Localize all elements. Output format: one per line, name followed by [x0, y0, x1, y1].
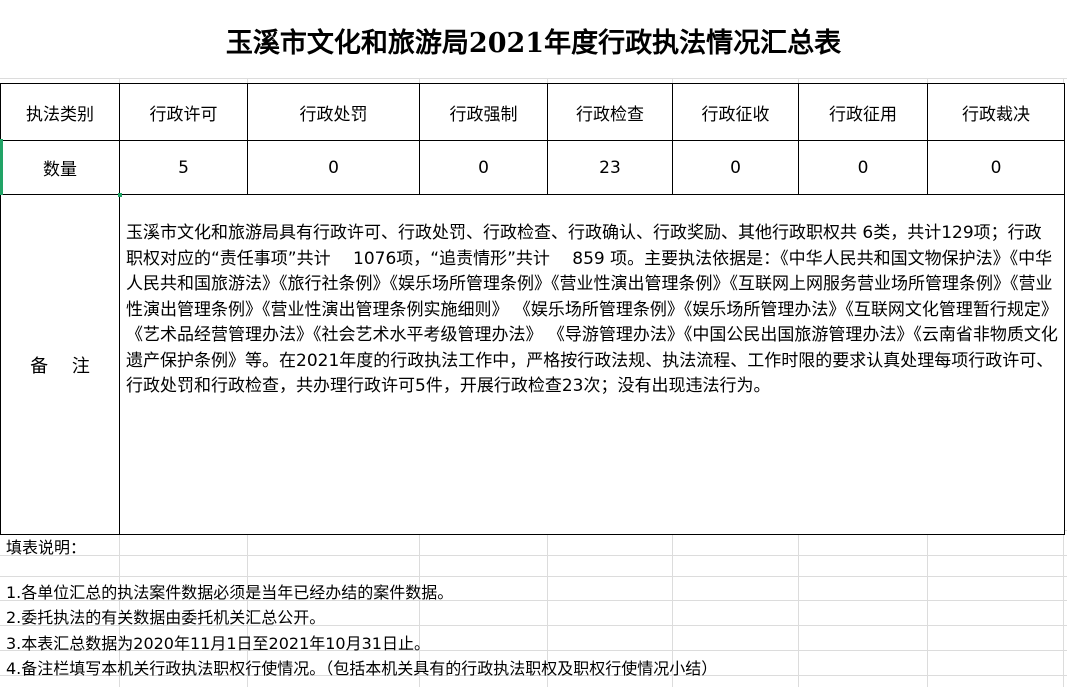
- count-cell[interactable]: 23: [547, 140, 673, 195]
- category-cell[interactable]: 行政征用: [798, 83, 928, 141]
- table-row: 执法类别 行政许可 行政处罚 行政强制 行政检查 行政征收 行政征用 行政裁决: [0, 83, 1065, 141]
- category-cell[interactable]: 行政强制: [419, 83, 548, 141]
- table-row: 备 注 玉溪市文化和旅游局具有行政许可、行政处罚、行政检查、行政确认、行政奖励、…: [0, 194, 1065, 535]
- instructions-heading[interactable]: 填表说明：: [6, 534, 86, 558]
- count-cell[interactable]: 0: [419, 140, 548, 195]
- category-cell[interactable]: 行政检查: [547, 83, 673, 141]
- instruction-item[interactable]: 4.备注栏填写本机关行政执法职权行使情况。（包括本机关具有的行政执法职权及职权行…: [6, 655, 717, 679]
- count-cell[interactable]: 0: [798, 140, 928, 195]
- table-row: 数量 5 0 0 23 0 0 0: [0, 140, 1065, 195]
- note-label-cell[interactable]: 备 注: [0, 194, 120, 535]
- category-header-cell[interactable]: 执法类别: [0, 83, 120, 141]
- enforcement-summary-table: 执法类别 行政许可 行政处罚 行政强制 行政检查 行政征收 行政征用 行政裁决 …: [0, 83, 1065, 535]
- note-body-cell[interactable]: 玉溪市文化和旅游局具有行政许可、行政处罚、行政检查、行政确认、行政奖励、其他行政…: [119, 194, 1065, 535]
- instruction-item[interactable]: 2.委托执法的有关数据由委托机关汇总公开。: [6, 604, 325, 628]
- instruction-item[interactable]: 1.各单位汇总的执法案件数据必须是当年已经办结的案件数据。: [6, 579, 453, 603]
- category-cell[interactable]: 行政许可: [119, 83, 248, 141]
- fill-handle[interactable]: [118, 193, 122, 197]
- count-cell[interactable]: 0: [672, 140, 799, 195]
- sheet-title-text: 玉溪市文化和旅游局2021年度行政执法情况汇总表: [225, 27, 842, 59]
- count-cell[interactable]: 5: [119, 140, 248, 195]
- count-label-cell[interactable]: 数量: [0, 140, 120, 195]
- count-cell[interactable]: 0: [927, 140, 1065, 195]
- category-cell[interactable]: 行政征收: [672, 83, 799, 141]
- instruction-item[interactable]: 3.本表汇总数据为2020年11月1日至2021年10月31日止。: [6, 630, 430, 654]
- sheet-title[interactable]: 玉溪市文化和旅游局2021年度行政执法情况汇总表: [0, 0, 1067, 78]
- count-cell[interactable]: 0: [247, 140, 420, 195]
- category-cell[interactable]: 行政裁决: [927, 83, 1065, 141]
- category-cell[interactable]: 行政处罚: [247, 83, 420, 141]
- selection-indicator: [0, 139, 3, 195]
